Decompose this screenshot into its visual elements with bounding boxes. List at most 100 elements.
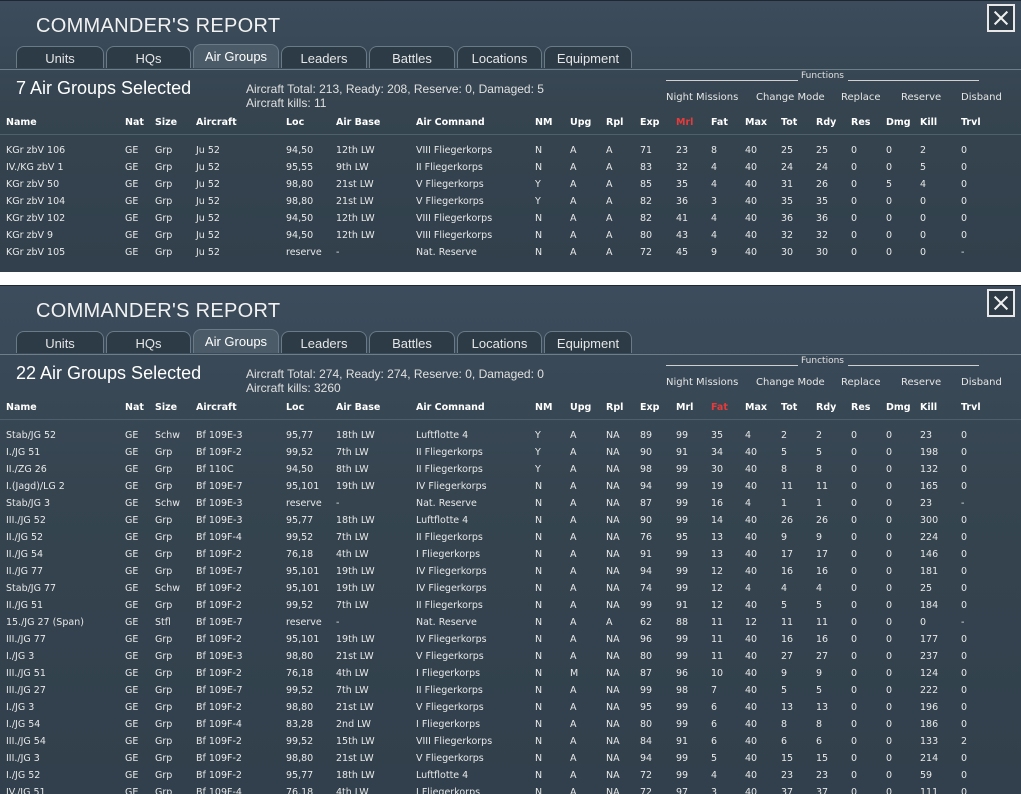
column-header-fat[interactable]: Fat [711,402,728,413]
column-header-rdy[interactable]: Rdy [816,117,836,128]
column-header-nm[interactable]: NM [535,117,552,128]
column-header-dmg[interactable]: Dmg [886,402,911,413]
table-row[interactable]: I./JG 52 GE Grp Bf 109F-2 95,77 18th LW Luftfl… [0,768,1021,785]
column-header-kill[interactable]: Kill [920,117,937,128]
tab-units[interactable]: Units [16,331,104,353]
column-header-exp[interactable]: Exp [640,117,659,128]
column-header-air-comnand[interactable]: Air Comnand [416,402,485,413]
tab-locations[interactable]: Locations [457,46,542,68]
column-header-name[interactable]: Name [6,402,37,413]
column-header-max[interactable]: Max [745,402,767,413]
table-row[interactable]: II./JG 77 GE Grp Bf 109E-7 95,101 19th LW IV F… [0,564,1021,581]
cell-nat: GE [125,600,139,611]
column-header-mrl[interactable]: Mrl [676,402,693,413]
table-row[interactable]: KGr zbV 105 GE Grp Ju 52 reserve - Nat. Reserv… [0,245,1021,262]
table-row[interactable]: KGr zbV 106 GE Grp Ju 52 94,50 12th LW VIII Fl… [0,143,1021,160]
table-row[interactable]: KGr zbV 104 GE Grp Ju 52 98,80 21st LW V Flieg… [0,194,1021,211]
column-header-rpl[interactable]: Rpl [606,402,623,413]
column-header-loc[interactable]: Loc [286,402,304,413]
column-header-name[interactable]: Name [6,117,37,128]
column-header-air-comnand[interactable]: Air Comnand [416,117,485,128]
table-row[interactable]: 15./JG 27 (Span) GE Stfl Bf 109E-7 reserve - N… [0,615,1021,632]
column-header-dmg[interactable]: Dmg [886,117,911,128]
cell-air-comnand: II Fliegerkorps [416,685,483,696]
table-row[interactable]: Stab/JG 77 GE Schw Bf 109F-2 95,101 19th LW IV… [0,581,1021,598]
column-header-air-base[interactable]: Air Base [336,117,380,128]
column-header-trvl[interactable]: Trvl [961,117,981,128]
table-row[interactable]: III./JG 54 GE Grp Bf 109F-2 99,52 15th LW VIII… [0,734,1021,751]
column-header-nat[interactable]: Nat [125,402,144,413]
close-button[interactable] [987,4,1015,32]
column-header-loc[interactable]: Loc [286,117,304,128]
table-row[interactable]: II./JG 51 GE Grp Bf 109F-2 99,52 7th LW II Fli… [0,598,1021,615]
tab-battles[interactable]: Battles [369,46,455,68]
function-night-missions[interactable]: Night Missions [666,377,738,388]
tab-hqs[interactable]: HQs [106,46,191,68]
column-header-nat[interactable]: Nat [125,117,144,128]
column-header-size[interactable]: Size [155,117,177,128]
column-header-rdy[interactable]: Rdy [816,402,836,413]
function-replace[interactable]: Replace [841,92,881,103]
table-row[interactable]: Stab/JG 52 GE Schw Bf 109E-3 95,77 18th LW Luf… [0,428,1021,445]
column-header-tot[interactable]: Tot [781,402,797,413]
table-row[interactable]: KGr zbV 102 GE Grp Ju 52 94,50 12th LW VIII Fl… [0,211,1021,228]
column-header-trvl[interactable]: Trvl [961,402,981,413]
function-disband[interactable]: Disband [961,92,1002,103]
table-row[interactable]: KGr zbV 9 GE Grp Ju 52 94,50 12th LW VIII Flie… [0,228,1021,245]
tab-units[interactable]: Units [16,46,104,68]
table-row[interactable]: III./JG 3 GE Grp Bf 109F-2 98,80 21st LW V Fli… [0,751,1021,768]
table-row[interactable]: III./JG 27 GE Grp Bf 109E-7 99,52 7th LW II Fl… [0,683,1021,700]
table-row[interactable]: Stab/JG 3 GE Schw Bf 109E-3 reserve - Nat. Res… [0,496,1021,513]
function-reserve[interactable]: Reserve [901,92,941,103]
tab-leaders[interactable]: Leaders [281,46,367,68]
function-change-mode[interactable]: Change Mode [756,377,825,388]
table-row[interactable]: II./JG 54 GE Grp Bf 109F-2 76,18 4th LW I Flie… [0,547,1021,564]
table-row[interactable]: I./JG 51 GE Grp Bf 109F-2 99,52 7th LW II Flie… [0,445,1021,462]
cell-nm: Y [535,430,541,441]
table-row[interactable]: I.(Jagd)/LG 2 GE Grp Bf 109E-7 95,101 19th LW… [0,479,1021,496]
cell-size: Grp [155,634,173,645]
table-row[interactable]: IV./KG zbV 1 GE Grp Ju 52 95,55 9th LW II Flie… [0,160,1021,177]
table-row[interactable]: KGr zbV 50 GE Grp Ju 52 98,80 21st LW V Fliege… [0,177,1021,194]
tab-equipment[interactable]: Equipment [544,331,632,353]
table-row[interactable]: III./JG 52 GE Grp Bf 109E-3 95,77 18th LW Luft… [0,513,1021,530]
column-header-res[interactable]: Res [851,402,870,413]
tab-battles[interactable]: Battles [369,331,455,353]
column-header-nm[interactable]: NM [535,402,552,413]
tab-leaders[interactable]: Leaders [281,331,367,353]
column-header-exp[interactable]: Exp [640,402,659,413]
table-row[interactable]: II./JG 52 GE Grp Bf 109F-4 99,52 7th LW II Fli… [0,530,1021,547]
tab-air-groups[interactable]: Air Groups [193,329,279,353]
table-row[interactable]: III./JG 51 GE Grp Bf 109F-2 76,18 4th LW I Fli… [0,666,1021,683]
column-header-aircraft[interactable]: Aircraft [196,117,237,128]
column-header-tot[interactable]: Tot [781,117,797,128]
column-header-size[interactable]: Size [155,402,177,413]
table-row[interactable]: I./JG 3 GE Grp Bf 109E-3 98,80 21st LW V Flieg… [0,649,1021,666]
column-header-upg[interactable]: Upg [570,117,591,128]
close-button[interactable] [987,289,1015,317]
tab-locations[interactable]: Locations [457,331,542,353]
column-header-aircraft[interactable]: Aircraft [196,402,237,413]
column-header-rpl[interactable]: Rpl [606,117,623,128]
tab-equipment[interactable]: Equipment [544,46,632,68]
function-change-mode[interactable]: Change Mode [756,92,825,103]
column-header-kill[interactable]: Kill [920,402,937,413]
column-header-res[interactable]: Res [851,117,870,128]
function-reserve[interactable]: Reserve [901,377,941,388]
function-disband[interactable]: Disband [961,377,1002,388]
column-header-upg[interactable]: Upg [570,402,591,413]
tab-air-groups[interactable]: Air Groups [193,44,279,68]
cell-air-comnand: Luftflotte 4 [416,430,469,441]
column-header-max[interactable]: Max [745,117,767,128]
function-night-missions[interactable]: Night Missions [666,92,738,103]
function-replace[interactable]: Replace [841,377,881,388]
tab-hqs[interactable]: HQs [106,331,191,353]
column-header-mrl[interactable]: Mrl [676,117,693,128]
table-row[interactable]: II./ZG 26 GE Grp Bf 110C 94,50 8th LW II Flieg… [0,462,1021,479]
cell-res: 0 [851,668,858,679]
table-row[interactable]: III./JG 77 GE Grp Bf 109F-2 95,101 19th LW IV … [0,632,1021,649]
column-header-air-base[interactable]: Air Base [336,402,380,413]
table-row[interactable]: I./JG 54 GE Grp Bf 109F-4 83,28 2nd LW I Flieg… [0,717,1021,734]
table-row[interactable]: I./JG 3 GE Grp Bf 109F-2 98,80 21st LW V Flieg… [0,700,1021,717]
column-header-fat[interactable]: Fat [711,117,728,128]
